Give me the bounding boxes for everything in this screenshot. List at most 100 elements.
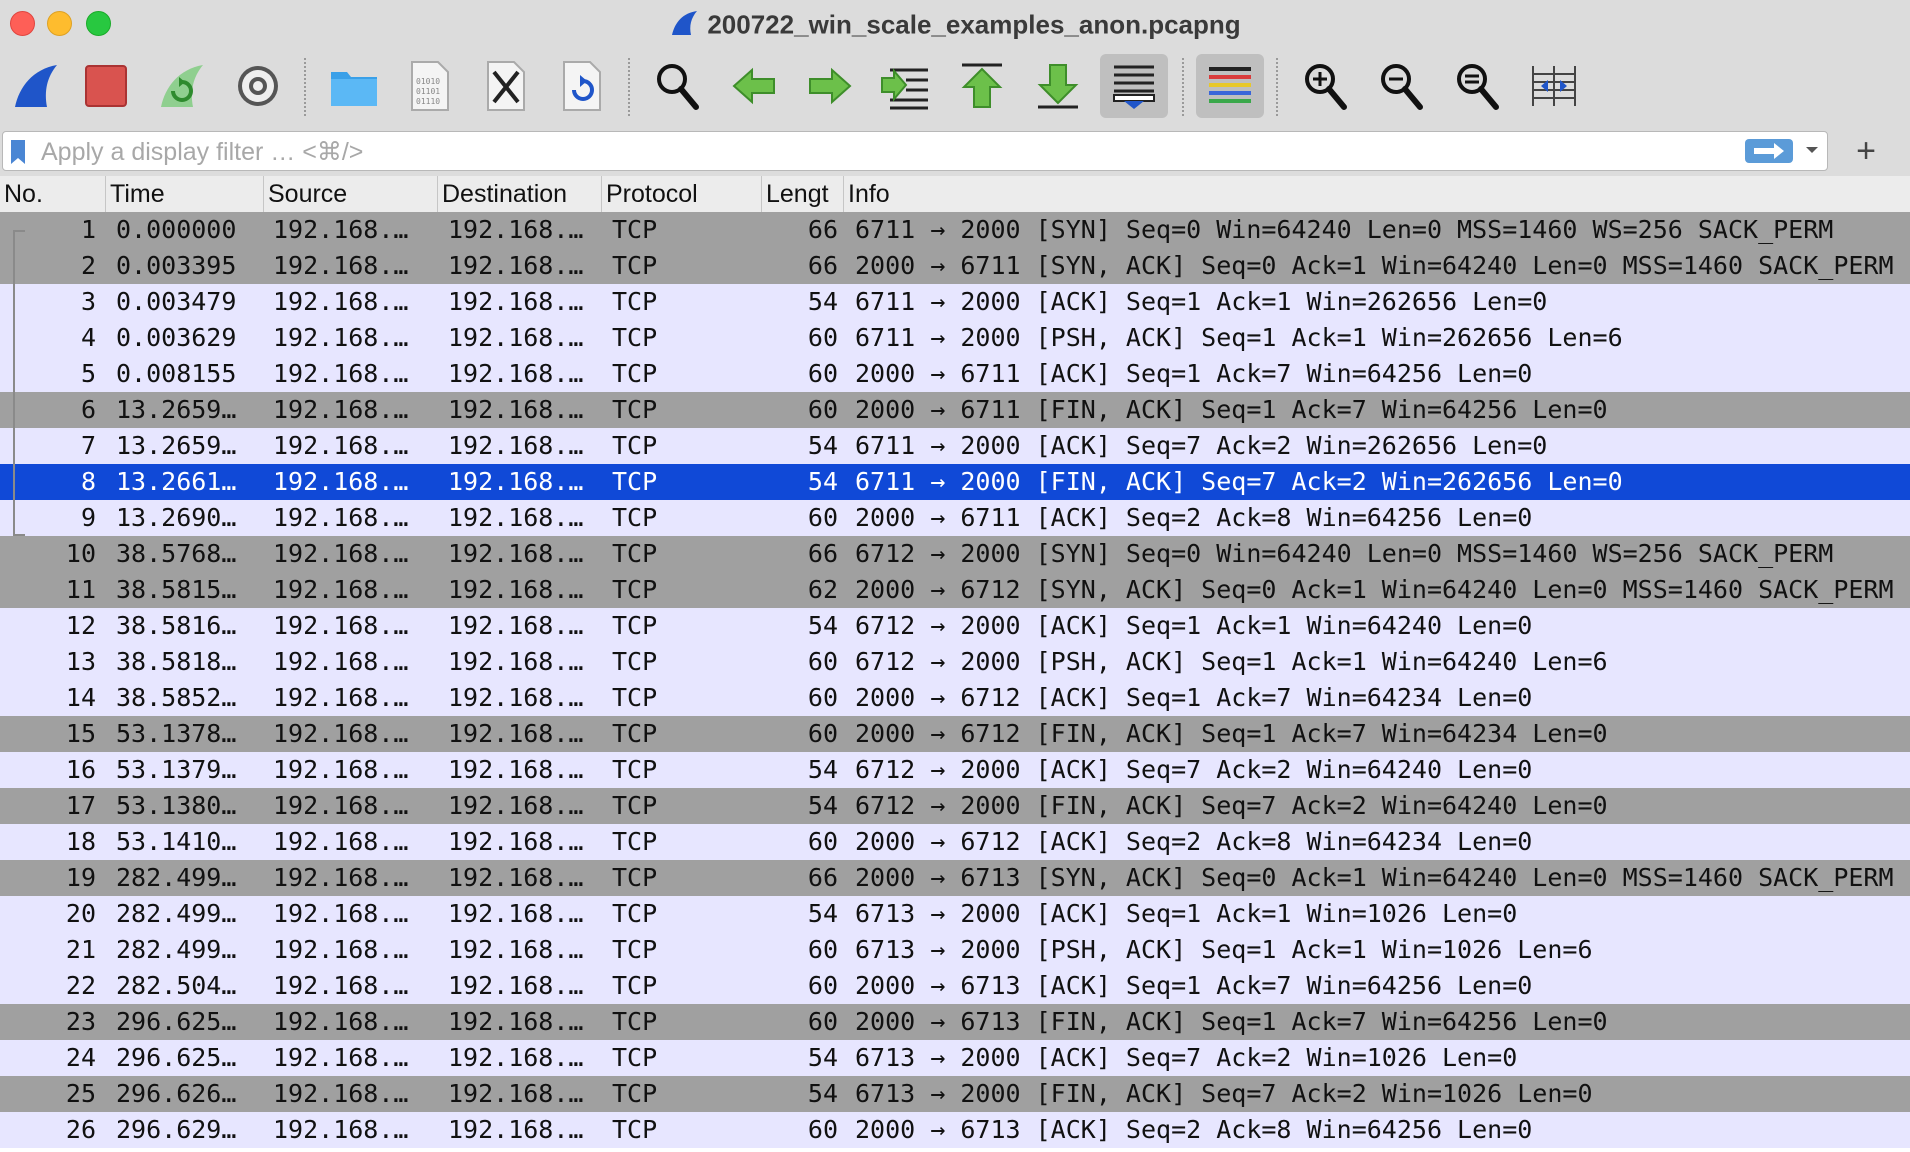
go-to-packet-button[interactable]: [874, 54, 938, 118]
zoom-in-icon: [1305, 64, 1347, 110]
binary-file-icon: 010100110101110: [411, 61, 449, 111]
packet-destination: 192.168.…: [448, 863, 584, 892]
main-toolbar: 01010 01101 01110: [0, 44, 1910, 128]
column-header-protocol[interactable]: Protocol: [602, 176, 762, 212]
packet-info: 6711 → 2000 [ACK] Seq=1 Ack=1 Win=262656…: [855, 287, 1548, 316]
zoom-in-button[interactable]: [1294, 54, 1358, 118]
packet-protocol: TCP: [612, 287, 658, 316]
packet-time: 53.1379…: [116, 755, 237, 784]
toolbar-separator: [1182, 58, 1184, 116]
apply-filter-button[interactable]: [1745, 139, 1793, 163]
table-row[interactable]: 15 53.1378… 192.168.… 192.168.… TCP 60 2000 → …: [0, 716, 1910, 752]
window-title: 200722_win_scale_examples_anon.pcapng: [0, 8, 1910, 45]
packet-number: 14: [65, 683, 96, 712]
packet-list[interactable]: 1 0.000000 192.168.… 192.168.… TCP 66 6711 → 2…: [0, 212, 1910, 1152]
table-row[interactable]: 12 38.5816… 192.168.… 192.168.… TCP 54 6712 → …: [0, 608, 1910, 644]
table-row[interactable]: 4 0.003629 192.168.… 192.168.… TCP 60 6711 → 2…: [0, 320, 1910, 356]
table-row[interactable]: 1 0.000000 192.168.… 192.168.… TCP 66 6711 → 2…: [0, 212, 1910, 248]
find-packet-button[interactable]: [646, 54, 710, 118]
go-first-packet-button[interactable]: [950, 54, 1014, 118]
start-capture-button[interactable]: [4, 54, 68, 118]
packet-number: 24: [65, 1043, 96, 1072]
open-file-button[interactable]: [322, 54, 386, 118]
table-row[interactable]: 18 53.1410… 192.168.… 192.168.… TCP 60 2000 → …: [0, 824, 1910, 860]
zoom-out-button[interactable]: [1370, 54, 1434, 118]
packet-destination: 192.168.…: [448, 359, 584, 388]
packet-source: 192.168.…: [273, 1115, 409, 1144]
column-header-time[interactable]: Time: [106, 176, 264, 212]
packet-info: 2000 → 6711 [SYN, ACK] Seq=0 Ack=1 Win=6…: [855, 251, 1894, 280]
table-row[interactable]: 6 13.2659… 192.168.… 192.168.… TCP 60 2000 → 6…: [0, 392, 1910, 428]
arrow-left-icon: [732, 67, 775, 105]
packet-destination: 192.168.…: [448, 503, 584, 532]
restart-capture-button[interactable]: [150, 54, 214, 118]
save-file-button[interactable]: 01010 01101 01110: [398, 54, 462, 118]
packet-source: 192.168.…: [273, 215, 409, 244]
column-header-info[interactable]: Info: [844, 176, 1910, 212]
column-header-destination[interactable]: Destination: [438, 176, 602, 212]
table-row[interactable]: 10 38.5768… 192.168.… 192.168.… TCP 66 6712 → …: [0, 536, 1910, 572]
go-forward-button[interactable]: [798, 54, 862, 118]
table-row[interactable]: 26 296.629… 192.168.… 192.168.… TCP 60 2000 → …: [0, 1112, 1910, 1148]
table-row[interactable]: 3 0.003479 192.168.… 192.168.… TCP 54 6711 → 2…: [0, 284, 1910, 320]
table-row[interactable]: 25 296.626… 192.168.… 192.168.… TCP 54 6713 → …: [0, 1076, 1910, 1112]
reload-file-button[interactable]: [550, 54, 614, 118]
zoom-normal-button[interactable]: [1446, 54, 1510, 118]
packet-info: 6712 → 2000 [SYN] Seq=0 Win=64240 Len=0 …: [855, 539, 1834, 568]
packet-source: 192.168.…: [273, 899, 409, 928]
table-row[interactable]: 24 296.625… 192.168.… 192.168.… TCP 54 6713 → …: [0, 1040, 1910, 1076]
table-row[interactable]: 7 13.2659… 192.168.… 192.168.… TCP 54 6711 → 2…: [0, 428, 1910, 464]
packet-source: 192.168.…: [273, 1079, 409, 1108]
packet-source: 192.168.…: [273, 287, 409, 316]
table-row[interactable]: 14 38.5852… 192.168.… 192.168.… TCP 60 2000 → …: [0, 680, 1910, 716]
packet-protocol: TCP: [612, 467, 658, 496]
packet-source: 192.168.…: [273, 827, 409, 856]
auto-scroll-button[interactable]: [1100, 54, 1168, 118]
packet-destination: 192.168.…: [448, 431, 584, 460]
packet-protocol: TCP: [612, 1007, 658, 1036]
stop-capture-button[interactable]: [74, 54, 138, 118]
table-row[interactable]: 21 282.499… 192.168.… 192.168.… TCP 60 6713 → …: [0, 932, 1910, 968]
table-row[interactable]: 9 13.2690… 192.168.… 192.168.… TCP 60 2000 → 6…: [0, 500, 1910, 536]
packet-destination: 192.168.…: [448, 323, 584, 352]
table-row[interactable]: 2 0.003395 192.168.… 192.168.… TCP 66 2000 → 6…: [0, 248, 1910, 284]
packet-length: 60: [807, 359, 838, 388]
table-row[interactable]: 22 282.504… 192.168.… 192.168.… TCP 60 2000 → …: [0, 968, 1910, 1004]
packet-source: 192.168.…: [273, 575, 409, 604]
resize-columns-button[interactable]: [1522, 54, 1586, 118]
go-back-button[interactable]: [722, 54, 786, 118]
table-row[interactable]: 5 0.008155 192.168.… 192.168.… TCP 60 2000 → 6…: [0, 356, 1910, 392]
packet-source: 192.168.…: [273, 935, 409, 964]
go-last-packet-button[interactable]: [1026, 54, 1090, 118]
packet-source: 192.168.…: [273, 611, 409, 640]
table-row[interactable]: 20 282.499… 192.168.… 192.168.… TCP 54 6713 → …: [0, 896, 1910, 932]
packet-destination: 192.168.…: [448, 1115, 584, 1144]
packet-time: 13.2661…: [116, 467, 237, 496]
column-header-length[interactable]: Lengt: [762, 176, 844, 212]
table-row[interactable]: 13 38.5818… 192.168.… 192.168.… TCP 60 6712 → …: [0, 644, 1910, 680]
table-row-selected[interactable]: 8 13.2661… 192.168.… 192.168.… TCP 54 6711 → 2…: [0, 464, 1910, 500]
table-row[interactable]: 11 38.5815… 192.168.… 192.168.… TCP 62 2000 → …: [0, 572, 1910, 608]
bookmark-icon[interactable]: [9, 139, 27, 170]
table-row[interactable]: 16 53.1379… 192.168.… 192.168.… TCP 54 6712 → …: [0, 752, 1910, 788]
packet-time: 53.1378…: [116, 719, 237, 748]
colorize-button[interactable]: [1196, 54, 1264, 118]
table-row[interactable]: 19 282.499… 192.168.… 192.168.… TCP 66 2000 → …: [0, 860, 1910, 896]
close-file-button[interactable]: [474, 54, 538, 118]
column-header-source[interactable]: Source: [264, 176, 438, 212]
capture-options-button[interactable]: [226, 54, 290, 118]
table-row[interactable]: 17 53.1380… 192.168.… 192.168.… TCP 54 6712 → …: [0, 788, 1910, 824]
packet-length: 60: [807, 323, 838, 352]
add-filter-button[interactable]: +: [1846, 131, 1886, 171]
packet-length: 60: [807, 647, 838, 676]
packet-protocol: TCP: [612, 611, 658, 640]
table-row[interactable]: 23 296.625… 192.168.… 192.168.… TCP 60 2000 → …: [0, 1004, 1910, 1040]
packet-time: 38.5768…: [116, 539, 237, 568]
filter-history-dropdown[interactable]: [1804, 142, 1820, 163]
arrow-right-icon: [809, 67, 852, 105]
packet-destination: 192.168.…: [448, 791, 584, 820]
display-filter-input[interactable]: [39, 132, 1743, 172]
toolbar-separator: [304, 58, 306, 116]
column-header-no[interactable]: No.: [0, 176, 106, 212]
packet-time: 0.000000: [116, 215, 237, 244]
